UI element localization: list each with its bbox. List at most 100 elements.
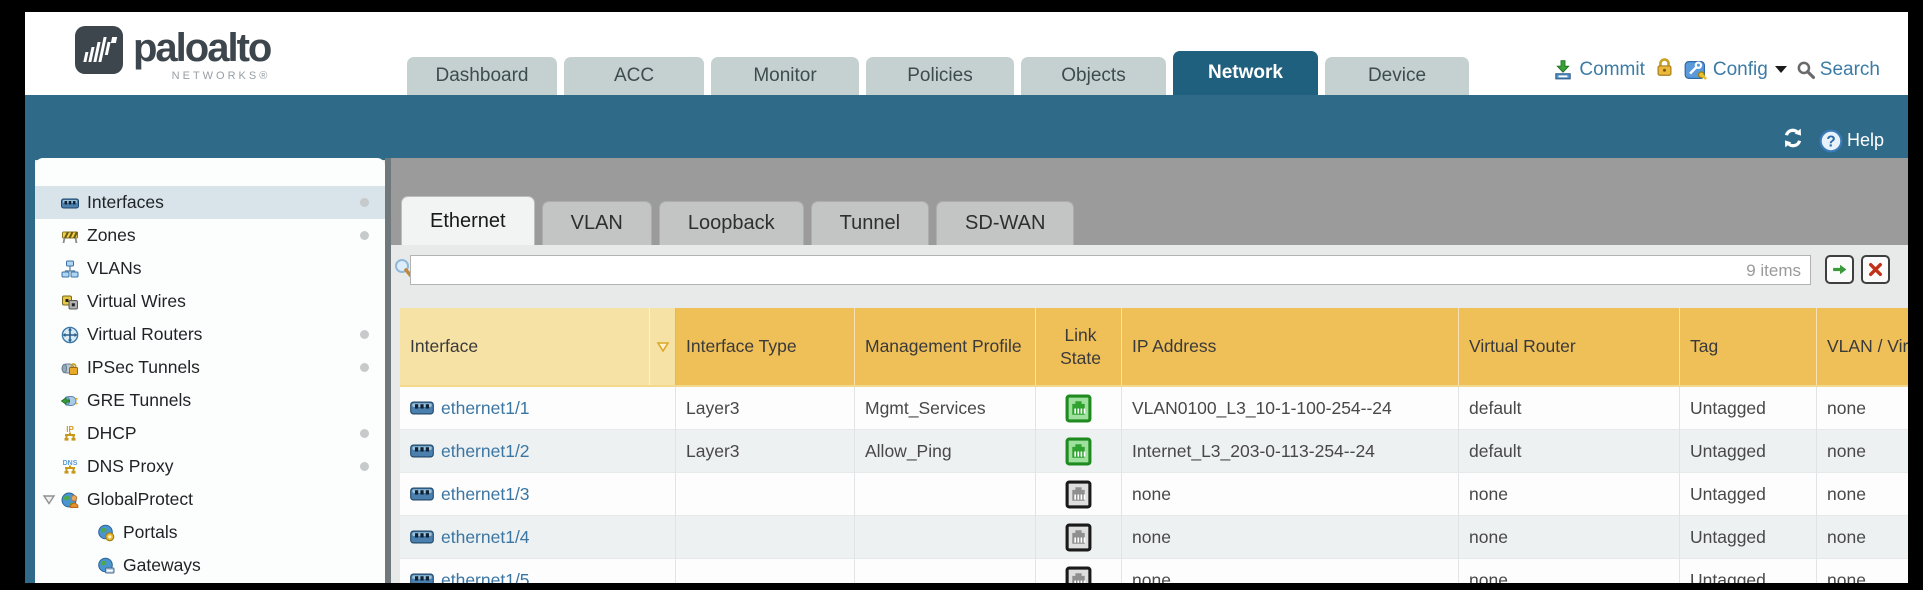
col-interface[interactable]: Interface xyxy=(400,308,650,385)
arrow-right-icon xyxy=(1831,261,1848,278)
virtual-wires-icon xyxy=(61,293,79,311)
subtab-ethernet[interactable]: Ethernet xyxy=(401,196,535,245)
filter-input[interactable] xyxy=(410,255,1811,285)
gre-tunnels-icon xyxy=(61,392,79,410)
svg-text:?: ? xyxy=(1826,133,1835,150)
refresh-button[interactable] xyxy=(1781,127,1805,154)
subtab-loopback[interactable]: Loopback xyxy=(659,201,804,245)
ethernet-link-down-icon xyxy=(1065,480,1092,509)
col-virtual-router[interactable]: Virtual Router xyxy=(1459,308,1680,385)
commit-button[interactable]: Commit xyxy=(1552,59,1644,81)
interface-link[interactable]: ethernet1/2 xyxy=(441,441,530,462)
drag-dot xyxy=(360,429,369,438)
item-count: 9 items xyxy=(1731,261,1801,281)
interfaces-table: Interface Interface Type Management Prof… xyxy=(400,308,1908,583)
sidebar-item-interfaces[interactable]: Interfaces xyxy=(35,186,385,219)
col-mgmt-profile[interactable]: Management Profile xyxy=(855,308,1036,385)
globalprotect-icon xyxy=(61,491,79,509)
brand-name: paloalto xyxy=(133,26,270,70)
paloalto-logo-icon xyxy=(75,26,123,74)
interface-link[interactable]: ethernet1/5 xyxy=(441,570,530,584)
ethernet-port-icon xyxy=(410,573,434,583)
sidebar-item-dhcp[interactable]: IP DHCP xyxy=(35,417,385,450)
ethernet-port-icon xyxy=(410,444,434,458)
sidebar-item-globalprotect[interactable]: GlobalProtect xyxy=(35,483,385,516)
subtab-vlan[interactable]: VLAN xyxy=(542,201,652,245)
help-button[interactable]: ? Help xyxy=(1819,129,1884,153)
table-row[interactable]: ethernet1/3 none none Untagged none xyxy=(400,473,1908,516)
tab-policies[interactable]: Policies xyxy=(866,57,1014,95)
expander-triangle-icon[interactable] xyxy=(41,494,57,506)
help-label: Help xyxy=(1847,130,1884,151)
ethernet-link-down-icon xyxy=(1065,566,1092,584)
main-content: Ethernet VLAN Loopback Tunnel SD-WAN 9 i… xyxy=(391,158,1908,583)
subtab-sdwan[interactable]: SD-WAN xyxy=(936,201,1074,245)
drag-dot xyxy=(360,231,369,240)
table-row[interactable]: ethernet1/2 Layer3 Allow_Ping Internet_L… xyxy=(400,430,1908,473)
header-actions: Commit Config xyxy=(1552,56,1880,83)
interfaces-icon xyxy=(61,194,79,212)
clear-filter-button[interactable] xyxy=(1861,255,1890,284)
lock-button[interactable] xyxy=(1654,56,1675,83)
app-window: paloalto NETWORKS® Dashboard ACC Monitor… xyxy=(25,12,1908,583)
ethernet-port-icon xyxy=(410,401,434,415)
sidebar-item-ipsec-tunnels[interactable]: IPSec Tunnels xyxy=(35,351,385,384)
dns-proxy-icon: DNS xyxy=(61,458,79,476)
tab-objects[interactable]: Objects xyxy=(1021,57,1166,95)
tab-device[interactable]: Device xyxy=(1325,57,1469,95)
col-interface-type[interactable]: Interface Type xyxy=(676,308,855,385)
sidebar-item-virtual-wires[interactable]: Virtual Wires xyxy=(35,285,385,318)
vlans-icon xyxy=(61,260,79,278)
tab-monitor[interactable]: Monitor xyxy=(711,57,859,95)
ethernet-link-up-icon xyxy=(1065,437,1092,466)
network-sidebar: Interfaces Zones VLANs xyxy=(35,158,385,583)
drag-dot xyxy=(360,462,369,471)
interface-tabstrip: Ethernet VLAN Loopback Tunnel SD-WAN xyxy=(391,158,1908,245)
subtab-tunnel[interactable]: Tunnel xyxy=(811,201,929,245)
main-nav: Dashboard ACC Monitor Policies Objects N… xyxy=(407,51,1469,95)
tab-network[interactable]: Network xyxy=(1173,51,1318,95)
interface-link[interactable]: ethernet1/4 xyxy=(441,527,530,548)
col-vlan-virtual-wire[interactable]: VLAN / Virtual Wire xyxy=(1817,308,1908,385)
tab-acc[interactable]: ACC xyxy=(564,57,704,95)
ipsec-tunnels-icon xyxy=(61,359,79,377)
filter-bar: 9 items xyxy=(391,245,1908,295)
sidebar-item-dns-proxy[interactable]: DNS DNS Proxy xyxy=(35,450,385,483)
lock-icon xyxy=(1654,56,1675,77)
interface-link[interactable]: ethernet1/3 xyxy=(441,484,530,505)
config-label: Config xyxy=(1713,59,1768,81)
tab-dashboard[interactable]: Dashboard xyxy=(407,57,557,95)
apply-filter-button[interactable] xyxy=(1825,255,1854,284)
portals-icon xyxy=(97,524,115,542)
column-menu-button[interactable] xyxy=(650,308,676,385)
drag-dot xyxy=(360,198,369,207)
search-label: Search xyxy=(1820,59,1880,81)
top-header: paloalto NETWORKS® Dashboard ACC Monitor… xyxy=(25,12,1908,95)
search-button[interactable]: Search xyxy=(1796,59,1880,81)
sidebar-item-gre-tunnels[interactable]: GRE Tunnels xyxy=(35,384,385,417)
col-ip-address[interactable]: IP Address xyxy=(1122,308,1459,385)
col-tag[interactable]: Tag xyxy=(1680,308,1817,385)
dhcp-icon: IP xyxy=(61,425,79,443)
config-button[interactable]: Config xyxy=(1684,58,1787,82)
sidebar-item-gateways[interactable]: Gateways xyxy=(35,549,385,582)
col-link-state[interactable]: Link State xyxy=(1036,308,1122,385)
virtual-routers-icon xyxy=(61,326,79,344)
config-icon xyxy=(1684,58,1708,82)
sidebar-item-zones[interactable]: Zones xyxy=(35,219,385,252)
table-row[interactable]: ethernet1/1 Layer3 Mgmt_Services VLAN010… xyxy=(400,387,1908,430)
table-row[interactable]: ethernet1/4 none none Untagged none xyxy=(400,516,1908,559)
zones-icon xyxy=(61,227,79,245)
search-icon xyxy=(1796,60,1815,79)
close-icon xyxy=(1867,261,1884,278)
sidebar-item-portals[interactable]: Portals xyxy=(35,516,385,549)
paloalto-logo: paloalto NETWORKS® xyxy=(75,26,270,82)
sidebar-item-vlans[interactable]: VLANs xyxy=(35,252,385,285)
ethernet-port-icon xyxy=(410,487,434,501)
sidebar-item-virtual-routers[interactable]: Virtual Routers xyxy=(35,318,385,351)
chevron-down-icon xyxy=(1775,66,1787,73)
secondary-toolbar: ? Help xyxy=(25,95,1908,160)
commit-icon xyxy=(1552,59,1574,81)
interface-link[interactable]: ethernet1/1 xyxy=(441,398,530,419)
table-row[interactable]: ethernet1/5 none none Untagged none xyxy=(400,559,1908,583)
